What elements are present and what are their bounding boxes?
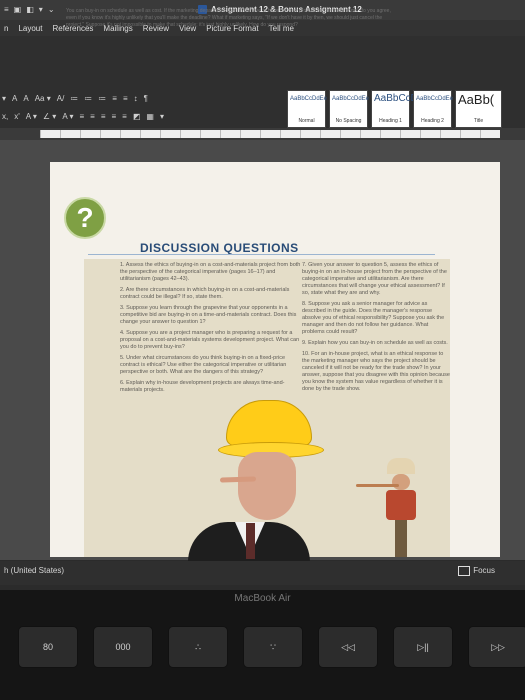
tool-button[interactable]: ≡ <box>123 94 128 103</box>
tool-button[interactable]: ▦ <box>146 112 154 121</box>
question-item: 7. Given your answer to question 5, asse… <box>302 262 447 296</box>
quick-access-item[interactable]: ◧ <box>26 5 34 14</box>
questions-left-column: 1. Assess the ethics of buying-in on a c… <box>120 262 306 398</box>
ruler-scale <box>40 130 500 138</box>
tool-button[interactable]: ≔ <box>70 94 78 103</box>
style-name: Heading 1 <box>379 118 402 124</box>
question-item: 9. Explain how you can buy-in on schedul… <box>302 340 448 346</box>
puppet-head <box>392 474 410 490</box>
focus-label: Focus <box>473 566 495 575</box>
tool-button[interactable]: ≔ <box>98 94 106 103</box>
focus-button[interactable]: Focus <box>458 566 495 576</box>
key-f8[interactable]: ▷|| <box>393 626 453 668</box>
tool-button[interactable]: x, <box>2 112 8 121</box>
question-item: 10. For an in-house project, what is an … <box>302 351 450 392</box>
section-title: DISCUSSION QUESTIONS <box>140 241 299 255</box>
style-name: Title <box>473 118 484 124</box>
styles-gallery: AaBbCcDdEe Normal AaBbCcDdEe No Spacing … <box>287 90 502 128</box>
style-title[interactable]: AaBb( Title <box>455 90 502 128</box>
tool-button[interactable]: ∠ ▾ <box>43 112 56 121</box>
tool-button[interactable]: ≡ <box>112 94 117 103</box>
quick-access-item[interactable]: ≡ <box>4 5 9 14</box>
tool-button[interactable]: ◩ <box>133 112 141 121</box>
tool-button[interactable]: ≡ <box>79 112 84 121</box>
style-normal[interactable]: AaBbCcDdEe Normal <box>287 90 328 128</box>
man-face <box>238 452 296 520</box>
focus-icon <box>458 566 471 576</box>
style-sample: AaBb( <box>458 92 495 107</box>
status-bar: h (United States) Focus <box>0 561 525 585</box>
question-item: 3. Suppose you learn through the grapevi… <box>120 305 297 325</box>
question-mark-icon: ? <box>64 197 106 239</box>
style-name: Normal <box>298 118 315 124</box>
tool-button[interactable]: ▾ <box>2 94 6 103</box>
style-sample: AaBbCcDdEe <box>416 96 454 102</box>
questions-right-column: 7. Given your answer to question 5, asse… <box>302 262 452 397</box>
quick-access-item[interactable]: ▾ <box>39 5 43 14</box>
tool-button[interactable]: ▾ <box>160 112 164 121</box>
style-sample: AaBbCcDdEe <box>332 96 370 102</box>
tool-button[interactable]: ≔ <box>84 94 92 103</box>
style-sample: AaBbCcDdEe <box>290 96 328 102</box>
key-f9[interactable]: ▷▷ <box>468 626 525 668</box>
quick-access-toolbar: ≡ ▣ ◧ ▾ ⌄ <box>4 5 55 14</box>
tool-button[interactable]: A ▾ <box>26 112 37 121</box>
tool-button[interactable]: ≡ <box>111 112 116 121</box>
puppet-body <box>386 490 416 520</box>
quick-access-item[interactable]: ⌄ <box>48 5 55 14</box>
title-rule <box>88 254 435 255</box>
tool-button[interactable]: ↕ <box>134 94 138 103</box>
style-name: Heading 2 <box>421 118 444 124</box>
question-item: 8. Suppose you ask a senior manager for … <box>302 301 445 335</box>
horizontal-ruler[interactable] <box>0 128 525 140</box>
tool-button[interactable]: x' <box>14 112 20 121</box>
tool-button[interactable]: ≡ <box>101 112 106 121</box>
tool-button[interactable]: A/ <box>57 94 65 103</box>
ribbon: ▾ A A Aa ▾ A/ ≔ ≔ ≔ ≡ ≡ ↕ ¶ x, x' A ▾ ∠ … <box>0 36 525 129</box>
style-name: No Spacing <box>335 118 362 124</box>
tool-button[interactable]: A <box>23 94 28 103</box>
tab-layout[interactable]: Layout <box>18 24 42 33</box>
puppet-nose <box>356 484 399 487</box>
formatting-tools-row1: ▾ A A Aa ▾ A/ ≔ ≔ ≔ ≡ ≡ ↕ ¶ <box>2 94 148 103</box>
language-indicator[interactable]: h (United States) <box>4 566 64 575</box>
tab-home[interactable]: n <box>4 24 8 33</box>
formatting-tools-row2: x, x' A ▾ ∠ ▾ A ▾ ≡ ≡ ≡ ≡ ≡ ◩ ▦ ▾ <box>2 112 164 121</box>
question-item: 5. Under what circumstances do you think… <box>120 355 287 375</box>
tool-button[interactable]: ≡ <box>90 112 95 121</box>
tool-button[interactable]: A <box>12 94 17 103</box>
puppet-hat <box>387 458 415 474</box>
key-f3[interactable]: 80 <box>18 626 78 668</box>
key-f7[interactable]: ◁◁ <box>318 626 378 668</box>
intro-paragraph: You can buy-in on schedule as well as co… <box>66 8 391 28</box>
style-no-spacing[interactable]: AaBbCcDdEe No Spacing <box>329 90 370 128</box>
tool-button[interactable]: Aa ▾ <box>35 94 51 103</box>
key-f6[interactable]: ∵ <box>243 626 303 668</box>
key-f4[interactable]: 000 <box>93 626 153 668</box>
function-keys: 80 000 ∴ ∵ ◁◁ ▷|| ▷▷ <box>0 612 525 700</box>
quick-access-item[interactable]: ▣ <box>14 5 22 14</box>
man-tie <box>246 523 255 559</box>
screen: ≡ ▣ ◧ ▾ ⌄ Assignment 12 & Bonus Assignme… <box>0 0 525 590</box>
style-heading-1[interactable]: AaBbCcDc Heading 1 <box>371 90 423 128</box>
tool-button[interactable]: A ▾ <box>62 112 73 121</box>
question-item: 1. Assess the ethics of buying-in on a c… <box>120 262 301 282</box>
question-item: 4. Suppose you are a project manager who… <box>120 330 300 350</box>
key-f5[interactable]: ∴ <box>168 626 228 668</box>
puppet-legs <box>395 520 407 557</box>
question-item: 2. Are there circumstances in which buyi… <box>120 287 290 300</box>
tool-button[interactable]: ≡ <box>122 112 127 121</box>
question-item: 6. Explain why in-house development proj… <box>120 380 285 393</box>
style-heading-2[interactable]: AaBbCcDdEe Heading 2 <box>413 90 454 128</box>
tool-button[interactable]: ¶ <box>144 94 148 103</box>
brand-label: MacBook Air <box>234 593 291 604</box>
